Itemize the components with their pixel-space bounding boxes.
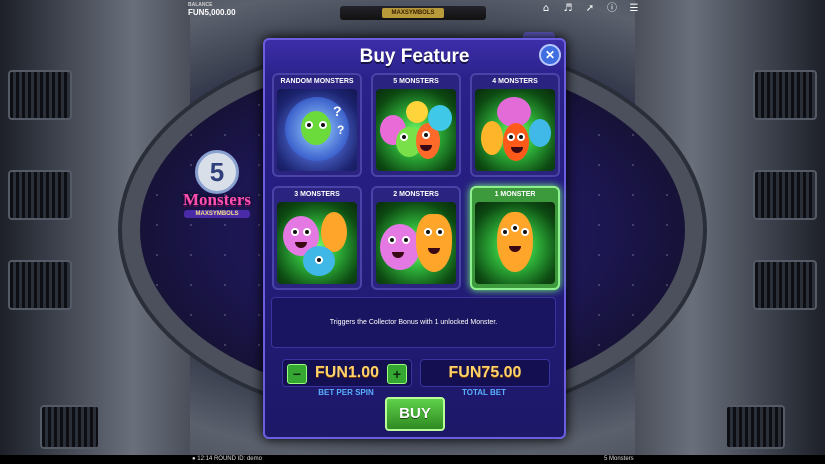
total-bet-box: FUN75.00: [420, 359, 550, 387]
vent: [753, 260, 817, 310]
volume-icon[interactable]: ♬: [562, 3, 574, 15]
option-2-monsters[interactable]: 2 MONSTERS: [371, 186, 461, 290]
brand-strip: MAXSYMBOLS: [340, 6, 486, 20]
five-monsters-image: [376, 89, 456, 171]
game-name: 5 Monsters: [604, 456, 634, 462]
home-icon[interactable]: ⌂: [540, 3, 552, 15]
vent: [8, 170, 72, 220]
vent: [725, 405, 785, 449]
increase-bet-button[interactable]: +: [387, 364, 407, 384]
option-4-monsters[interactable]: 4 MONSTERS: [470, 73, 560, 177]
buy-button[interactable]: BUY: [385, 397, 445, 431]
option-label: 5 MONSTERS: [393, 78, 439, 85]
option-label: 4 MONSTERS: [492, 78, 538, 85]
dialog-title: Buy Feature: [359, 46, 470, 67]
feature-description: Triggers the Collector Bonus with 1 unlo…: [271, 297, 556, 348]
vent: [40, 405, 100, 449]
total-bet-label: TOTAL BET: [462, 388, 506, 397]
vent: [8, 260, 72, 310]
balance-value: FUN5,000.00: [188, 8, 236, 17]
random-monster-image: ? ?: [277, 89, 357, 171]
vent: [753, 170, 817, 220]
one-monster-image: [475, 202, 555, 284]
turbo-icon[interactable]: ➚: [584, 3, 596, 15]
menu-icon[interactable]: ☰: [628, 3, 640, 15]
top-icons: ⌂ ♬ ➚ ⓘ ☰: [540, 3, 640, 15]
close-icon[interactable]: ✕: [539, 44, 561, 66]
buy-feature-dialog: Buy Feature ✕ RANDOM MONSTERS ? ? 5 MONS…: [263, 38, 566, 439]
option-label: 2 MONSTERS: [393, 191, 439, 198]
option-3-monsters[interactable]: 3 MONSTERS: [272, 186, 362, 290]
logo-sub: MAXSYMBOLS: [184, 210, 250, 218]
option-1-monster[interactable]: 1 MONSTER: [470, 186, 560, 290]
logo-word: Monsters: [183, 190, 251, 209]
game-logo: 5 Monsters MAXSYMBOLS: [174, 150, 260, 222]
logo-number: 5: [195, 150, 239, 194]
round-info: ● 12:14 ROUND ID: demo: [192, 456, 262, 462]
option-random-monsters[interactable]: RANDOM MONSTERS ? ?: [272, 73, 362, 177]
bet-per-spin-box: − FUN1.00 +: [282, 359, 412, 387]
option-5-monsters[interactable]: 5 MONSTERS: [371, 73, 461, 177]
vent: [8, 70, 72, 120]
option-label: 1 MONSTER: [494, 191, 536, 198]
three-monsters-image: [277, 202, 357, 284]
four-monsters-image: [475, 89, 555, 171]
vent: [753, 70, 817, 120]
two-monsters-image: [376, 202, 456, 284]
option-label: RANDOM MONSTERS: [280, 78, 354, 85]
info-icon[interactable]: ⓘ: [606, 3, 618, 15]
balance-display: BALANCE FUN5,000.00: [188, 2, 236, 17]
total-bet-value: FUN75.00: [448, 364, 522, 381]
bet-per-spin-label: BET PER SPIN: [318, 388, 374, 397]
status-bar: ● 12:14 ROUND ID: demo 5 Monsters: [0, 455, 825, 464]
option-label: 3 MONSTERS: [294, 191, 340, 198]
brand-strip-label: MAXSYMBOLS: [382, 8, 444, 18]
